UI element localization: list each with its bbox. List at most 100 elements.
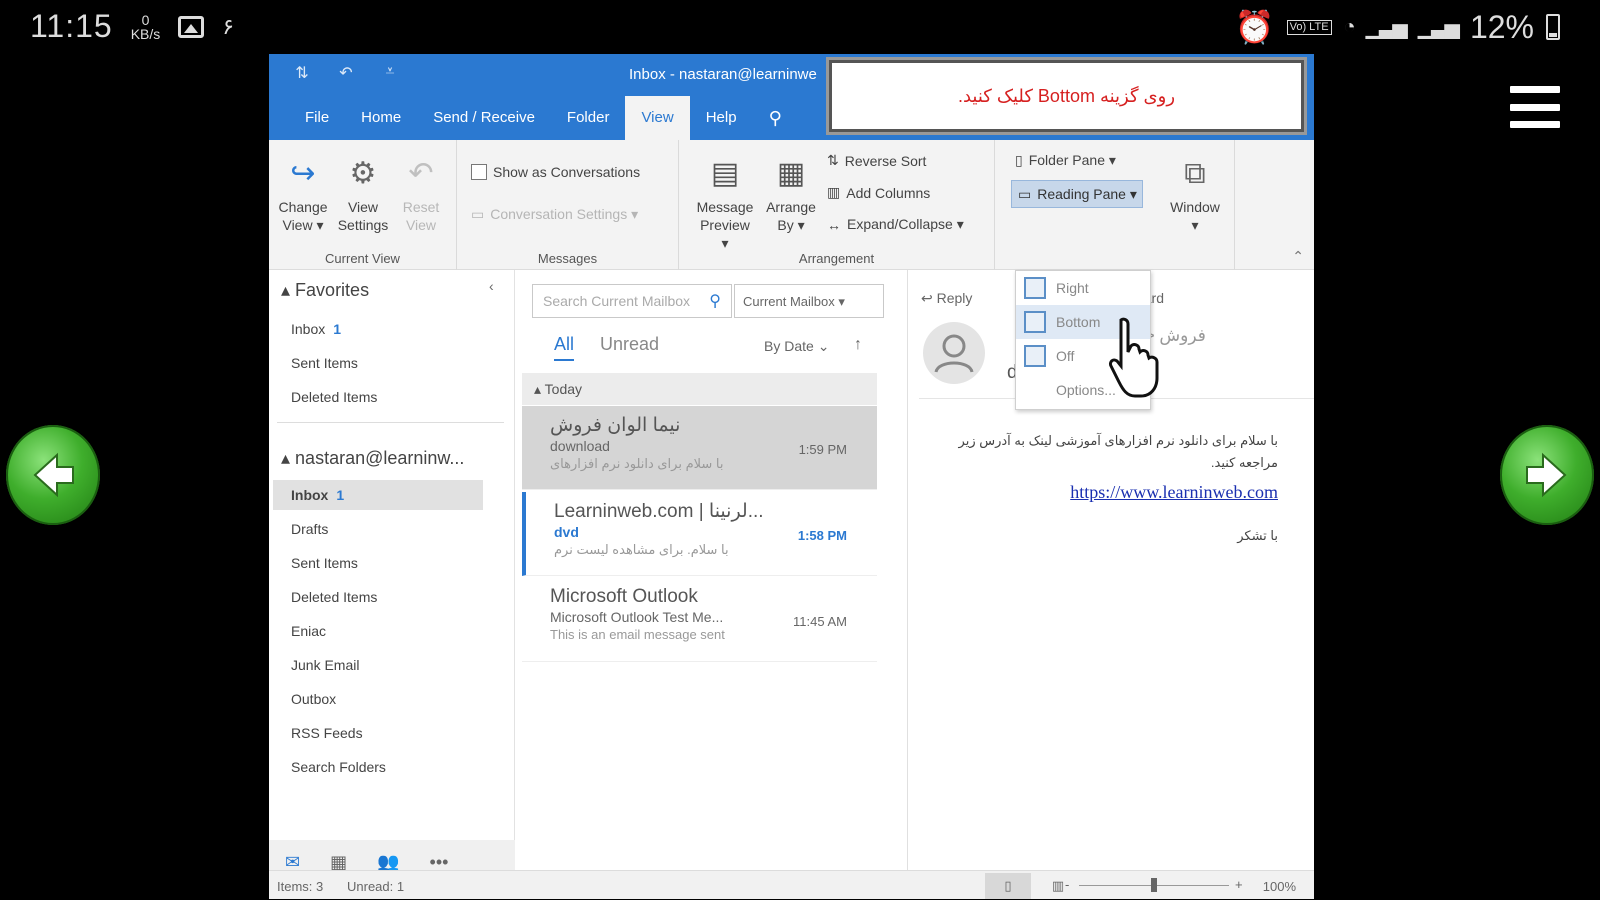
show-as-conversations-checkbox[interactable]: Show as Conversations	[471, 164, 640, 180]
zoom-slider[interactable]	[1079, 878, 1229, 892]
battery-icon	[1546, 14, 1560, 40]
next-arrow-icon[interactable]	[1500, 425, 1594, 525]
folder-search-folders[interactable]: Search Folders	[291, 752, 481, 782]
item-count: Items: 3	[277, 879, 324, 894]
collapse-ribbon-icon[interactable]: ⌃	[1292, 248, 1304, 265]
tab-view[interactable]: View	[625, 96, 690, 140]
folder-eniac[interactable]: Eniac	[291, 616, 481, 646]
search-icon[interactable]: ⚲	[709, 291, 721, 311]
status-digit: ۶	[222, 13, 235, 39]
battery-percent: 12%	[1469, 8, 1534, 45]
signal-icon: ▁▃▅	[1365, 16, 1408, 39]
phone-status-right: ⏰ Vo) LTE ◔ ▁▃▅ ▁▃▅ 12%	[1235, 8, 1560, 46]
favorite-inbox[interactable]: Inbox 1	[291, 314, 481, 344]
search-scope-dropdown[interactable]: Current Mailbox ▾	[734, 284, 884, 318]
favorite-deleted-items[interactable]: Deleted Items	[291, 382, 481, 412]
arrange-by-button[interactable]: ▦ Arrange By ▾	[761, 150, 821, 234]
tab-send-receive[interactable]: Send / Receive	[417, 96, 551, 140]
undo-icon[interactable]: ↶	[335, 63, 357, 85]
menu-icon[interactable]	[1510, 86, 1560, 128]
status-bar: Items: 3 Unread: 1 ▯ ▥ - + 100%	[269, 870, 1314, 899]
message-preview-button[interactable]: ▤ Message Preview ▾	[695, 150, 755, 252]
message-time: 11:45 AM	[793, 614, 847, 629]
reset-view-button[interactable]: ↶ Reset View	[391, 150, 451, 234]
quick-access-toolbar: ⇅ ↶ ⩡	[291, 63, 401, 85]
gear-icon: ⚙	[349, 157, 377, 190]
lte-indicator: Vo) LTE	[1286, 19, 1332, 35]
tell-me-icon[interactable]: ⚲	[753, 96, 798, 140]
normal-view-icon[interactable]: ▯	[985, 873, 1031, 899]
instruction-text: روی گزینه Bottom کلیک کنید.	[957, 85, 1176, 106]
folder-junk-email[interactable]: Junk Email	[291, 650, 481, 680]
instruction-box: روی گزینه Bottom کلیک کنید.	[829, 60, 1304, 132]
avatar	[923, 322, 985, 384]
email-signoff: با تشکر	[1237, 528, 1278, 543]
filter-all[interactable]: All	[554, 334, 575, 361]
net-speed: 0 KB/s	[130, 11, 161, 42]
folder-pane-button[interactable]: ▯ Folder Pane ▾	[1015, 152, 1116, 169]
send-receive-icon[interactable]: ⇅	[291, 63, 313, 85]
reply-button[interactable]: ↩ Reply	[921, 290, 972, 307]
account-header[interactable]: ▴ nastaran@learninw...	[281, 448, 464, 469]
message-time: 1:58 PM	[797, 528, 847, 543]
email-link[interactable]: https://www.learninweb.com	[1070, 482, 1278, 503]
group-label-current-view: Current View	[325, 251, 400, 266]
reverse-sort-icon: ⇅	[827, 152, 839, 168]
zoom-in-icon[interactable]: +	[1235, 877, 1243, 892]
favorite-sent-items[interactable]: Sent Items	[291, 348, 481, 378]
outlook-window: ⇅ ↶ ⩡ Inbox - nastaran@learninwe File Ho…	[269, 54, 1314, 899]
folder-rss-feeds[interactable]: RSS Feeds	[291, 718, 481, 748]
menu-item-right[interactable]: Right	[1016, 271, 1150, 305]
folder-drafts[interactable]: Drafts	[291, 514, 481, 544]
folder-inbox[interactable]: Inbox 1	[273, 480, 483, 510]
sort-by-dropdown[interactable]: By Date ⌄	[764, 338, 829, 355]
add-columns-button[interactable]: ▥ Add Columns	[827, 184, 930, 201]
folder-sent-items[interactable]: Sent Items	[291, 548, 481, 578]
reset-icon: ↶	[408, 157, 434, 190]
divider	[277, 422, 504, 423]
message-sender: Microsoft Outlook	[550, 586, 698, 607]
reading-pane-button[interactable]: ▭ Reading Pane ▾	[1011, 180, 1143, 208]
add-columns-icon: ▥	[827, 184, 841, 200]
filter-unread[interactable]: Unread	[600, 334, 659, 355]
previous-arrow-icon[interactable]	[6, 425, 100, 525]
conversation-settings-button[interactable]: ▭ Conversation Settings ▾	[471, 206, 638, 223]
tab-file[interactable]: File	[289, 96, 345, 140]
folder-outbox[interactable]: Outbox	[291, 684, 481, 714]
right-layout-icon	[1024, 277, 1046, 299]
arrange-icon: ▦	[776, 157, 806, 190]
search-input[interactable]: Search Current Mailbox ⚲	[532, 284, 732, 318]
group-arrangement: ▤ Message Preview ▾ ▦ Arrange By ▾ ⇅ Rev…	[679, 140, 995, 270]
unread-count: Unread: 1	[347, 879, 405, 894]
folder-deleted-items[interactable]: Deleted Items	[291, 582, 481, 612]
tab-help[interactable]: Help	[690, 96, 753, 140]
group-label-messages: Messages	[537, 251, 598, 266]
change-view-button[interactable]: ↪ Change View ▾	[273, 150, 333, 234]
checkbox[interactable]	[471, 164, 487, 180]
expand-collapse-button[interactable]: ↔ Expand/Collapse ▾	[827, 216, 964, 233]
off-layout-icon	[1024, 345, 1046, 367]
clock: 11:15	[30, 8, 113, 44]
message-item[interactable]: Microsoft Outlook Microsoft Outlook Test…	[522, 578, 877, 662]
zoom-out-icon[interactable]: -	[1065, 877, 1069, 892]
email-body-text: با سلام برای دانلود نرم افزارهای آموزشی …	[958, 433, 1278, 470]
tab-home[interactable]: Home	[345, 96, 417, 140]
message-item[interactable]: Learninweb.com | لرنینا... dvd با سلام. …	[522, 492, 877, 576]
customize-icon[interactable]: ⩡	[379, 63, 401, 85]
group-header-today[interactable]: ▴ Today	[522, 373, 877, 405]
collapse-folder-pane-icon[interactable]: ‹	[489, 278, 494, 294]
message-time: 1:59 PM	[798, 442, 847, 457]
sort-direction-icon[interactable]: ↑	[854, 336, 862, 354]
expand-collapse-icon: ↔	[827, 216, 841, 233]
reading-view-icon[interactable]: ▥	[1035, 873, 1081, 899]
group-current-view: ↪ Change View ▾ ⚙ View Settings ↶ Reset …	[269, 140, 457, 270]
favorites-header[interactable]: ▴ Favorites	[281, 280, 369, 301]
window-button[interactable]: ⧉ Window ▾	[1165, 150, 1225, 234]
message-preview: This is an email message sent	[550, 627, 725, 642]
message-item[interactable]: نیما الوان فروش download با سلام برای دا…	[522, 406, 877, 490]
tab-folder[interactable]: Folder	[551, 96, 626, 140]
view-settings-button[interactable]: ⚙ View Settings	[333, 150, 393, 234]
zoom-level: 100%	[1262, 879, 1296, 894]
reverse-sort-button[interactable]: ⇅ Reverse Sort	[827, 152, 926, 169]
reply-icon: ↩	[921, 290, 933, 306]
